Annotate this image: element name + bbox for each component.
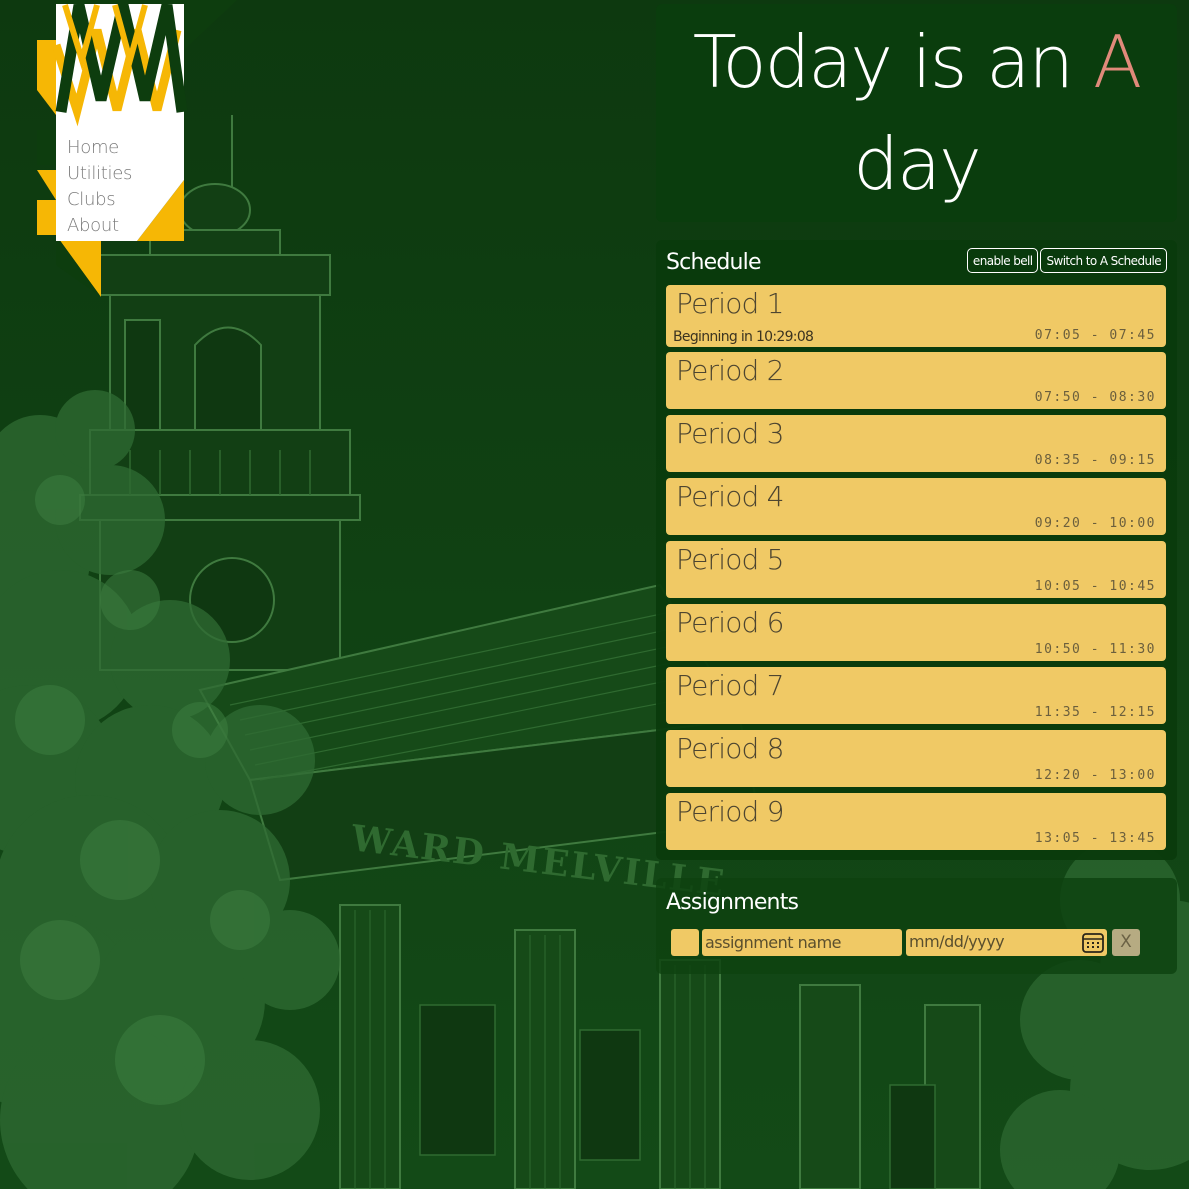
period-card: Period 2 07:50 - 08:30 xyxy=(666,352,1166,409)
period-card: Period 5 10:05 - 10:45 xyxy=(666,541,1166,598)
period-card: Period 6 10:50 - 11:30 xyxy=(666,604,1166,661)
period-card: Period 8 12:20 - 13:00 xyxy=(666,730,1166,787)
schedule-panel: Schedule enable bell Switch to A Schedul… xyxy=(656,240,1177,860)
period-time: 12:20 - 13:00 xyxy=(1034,768,1156,783)
period-name: Period 7 xyxy=(676,669,784,702)
assignments-title: Assignments xyxy=(666,890,799,915)
period-name: Period 4 xyxy=(676,480,784,513)
period-time: 07:05 - 07:45 xyxy=(1034,328,1156,343)
nav-utilities-link[interactable]: Utilities xyxy=(67,161,132,187)
day-letter: A xyxy=(1092,20,1142,104)
period-time: 09:20 - 10:00 xyxy=(1034,516,1156,531)
period-name: Period 6 xyxy=(676,606,784,639)
period-name: Period 9 xyxy=(676,795,784,828)
period-name: Period 2 xyxy=(676,354,784,387)
period-name: Period 3 xyxy=(676,417,784,450)
period-time: 08:35 - 09:15 xyxy=(1034,453,1156,468)
period-card: Period 7 11:35 - 12:15 xyxy=(666,667,1166,724)
period-countdown: Beginning in 10:29:08 xyxy=(673,329,814,345)
date-placeholder: mm/dd/yyyy xyxy=(909,932,1005,951)
assignment-row: mm/dd/yyyy X xyxy=(671,929,1140,956)
period-card: Period 3 08:35 - 09:15 xyxy=(666,415,1166,472)
assignments-panel: Assignments mm/dd/yyyy X xyxy=(656,878,1177,974)
main-nav: Home Utilities Clubs About xyxy=(67,135,132,239)
day-prefix: Today is an xyxy=(692,20,1074,104)
period-card: Period 9 13:05 - 13:45 xyxy=(666,793,1166,850)
period-time: 10:05 - 10:45 xyxy=(1034,579,1156,594)
assignment-checkbox[interactable] xyxy=(671,929,699,956)
day-line-1: Today is an A xyxy=(692,11,1142,113)
enable-bell-button[interactable]: enable bell xyxy=(966,248,1039,273)
nav-about-link[interactable]: About xyxy=(67,213,132,239)
switch-schedule-button[interactable]: Switch to A Schedule xyxy=(1040,248,1167,273)
day-suffix: day xyxy=(853,122,981,206)
assignment-name-input[interactable] xyxy=(702,929,902,956)
day-banner: Today is an A day xyxy=(656,4,1177,222)
period-name: Period 1 xyxy=(676,287,784,320)
period-time: 11:35 - 12:15 xyxy=(1034,705,1156,720)
period-time: 13:05 - 13:45 xyxy=(1034,831,1156,846)
period-name: Period 8 xyxy=(676,732,784,765)
period-card: Period 1 Beginning in 10:29:08 07:05 - 0… xyxy=(666,285,1166,347)
schedule-title: Schedule xyxy=(666,250,762,275)
remove-assignment-button[interactable]: X xyxy=(1112,929,1140,956)
site-logo-nav: Home Utilities Clubs About xyxy=(37,0,237,300)
schedule-actions: enable bell Switch to A Schedule xyxy=(966,248,1167,273)
period-name: Period 5 xyxy=(676,543,784,576)
period-card: Period 4 09:20 - 10:00 xyxy=(666,478,1166,535)
nav-clubs-link[interactable]: Clubs xyxy=(67,187,132,213)
nav-home-link[interactable]: Home xyxy=(67,135,132,161)
period-time: 07:50 - 08:30 xyxy=(1034,390,1156,405)
period-time: 10:50 - 11:30 xyxy=(1034,642,1156,657)
calendar-icon[interactable] xyxy=(1082,932,1104,953)
assignment-date-input[interactable]: mm/dd/yyyy xyxy=(906,929,1107,956)
